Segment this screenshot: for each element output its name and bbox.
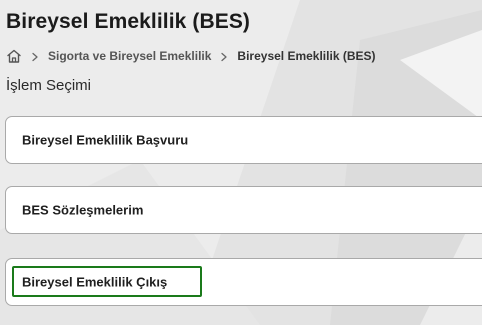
- breadcrumb: Sigorta ve Bireysel Emeklilik Bireysel E…: [6, 47, 376, 65]
- option-label: Bireysel Emeklilik Çıkış: [22, 274, 168, 290]
- option-bes-basvuru[interactable]: Bireysel Emeklilik Başvuru: [5, 116, 482, 164]
- breadcrumb-item-sigorta[interactable]: Sigorta ve Bireysel Emeklilik: [48, 49, 211, 63]
- home-icon[interactable]: [6, 48, 22, 64]
- section-title: İşlem Seçimi: [6, 77, 92, 94]
- page-title: Bireysel Emeklilik (BES): [6, 10, 251, 33]
- option-label: BES Sözleşmelerim: [22, 202, 144, 218]
- page-content: Bireysel Emeklilik (BES) Sigorta ve Bire…: [0, 0, 482, 325]
- chevron-right-icon: [30, 51, 40, 62]
- chevron-right-icon: [219, 51, 229, 62]
- option-label: Bireysel Emeklilik Başvuru: [22, 132, 189, 148]
- option-bes-sozlesmelerim[interactable]: BES Sözleşmelerim: [5, 186, 482, 234]
- breadcrumb-item-current: Bireysel Emeklilik (BES): [237, 49, 376, 63]
- option-bes-cikis[interactable]: Bireysel Emeklilik Çıkış: [5, 258, 482, 306]
